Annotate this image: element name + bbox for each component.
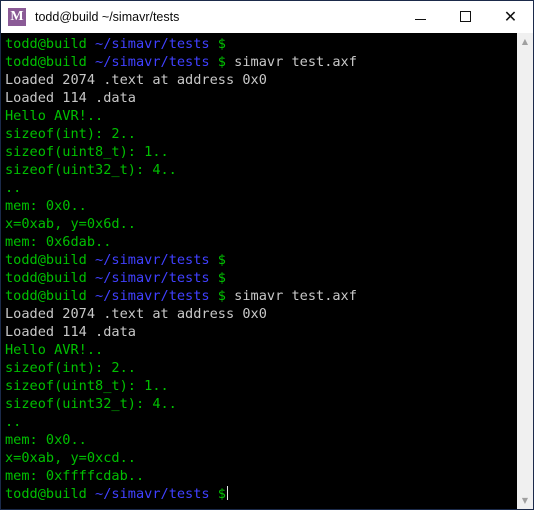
prompt-path: ~/simavr/tests (95, 54, 210, 70)
terminal-output-line: mem: 0xffffcdab.. (5, 467, 516, 485)
output-text: sizeof(uint32_t): 4.. (5, 396, 177, 412)
prompt-symbol: $ (209, 486, 226, 502)
terminal-output-line: sizeof(uint32_t): 4.. (5, 395, 516, 413)
terminal-prompt-line: todd@build ~/simavr/tests $ (5, 35, 516, 53)
terminal-output-line: sizeof(uint8_t): 1.. (5, 143, 516, 161)
scroll-down-arrow-icon[interactable]: ▼ (517, 492, 534, 509)
output-text: mem: 0xffffcdab.. (5, 468, 145, 484)
terminal-prompt-line: todd@build ~/simavr/tests $ (5, 269, 516, 287)
minimize-icon (415, 19, 426, 20)
output-text: Loaded 2074 .text at address 0x0 (5, 306, 267, 322)
prompt-symbol: $ (209, 252, 226, 268)
prompt-symbol: $ (209, 270, 226, 286)
maximize-icon (460, 11, 471, 22)
terminal-prompt-line: todd@build ~/simavr/tests $ simavr test.… (5, 53, 516, 71)
output-text: sizeof(uint32_t): 4.. (5, 162, 177, 178)
terminal-output-line: Loaded 2074 .text at address 0x0 (5, 71, 516, 89)
terminal-output-line: .. (5, 413, 516, 431)
title-bar[interactable]: M todd@build ~/simavr/tests ✕ (1, 1, 533, 33)
prompt-user-host: todd@build (5, 486, 96, 502)
output-text: Hello AVR!.. (5, 108, 104, 124)
terminal-output-line: x=0xab, y=0x6d.. (5, 215, 516, 233)
output-text: sizeof(uint8_t): 1.. (5, 144, 169, 160)
prompt-path: ~/simavr/tests (95, 36, 210, 52)
output-text: x=0xab, y=0x6d.. (5, 216, 136, 232)
output-text: mem: 0x0.. (5, 198, 87, 214)
prompt-user-host: todd@build (5, 36, 96, 52)
prompt-path: ~/simavr/tests (95, 486, 210, 502)
prompt-user-host: todd@build (5, 252, 96, 268)
prompt-path: ~/simavr/tests (95, 252, 210, 268)
terminal-output-line: sizeof(uint8_t): 1.. (5, 377, 516, 395)
prompt-command: simavr test.axf (225, 54, 357, 70)
output-text: mem: 0x6dab.. (5, 234, 112, 250)
output-text: Loaded 2074 .text at address 0x0 (5, 72, 267, 88)
terminal-output-line: mem: 0x0.. (5, 197, 516, 215)
maximize-button[interactable] (443, 1, 488, 32)
terminal-output-line: Loaded 2074 .text at address 0x0 (5, 305, 516, 323)
terminal-output-line: mem: 0x6dab.. (5, 233, 516, 251)
terminal-output-line: x=0xab, y=0xcd.. (5, 449, 516, 467)
output-text: .. (5, 180, 22, 196)
window-controls: ✕ (398, 1, 533, 32)
close-button[interactable]: ✕ (488, 1, 533, 32)
prompt-command: simavr test.axf (225, 288, 357, 304)
prompt-symbol: $ (209, 54, 226, 70)
prompt-path: ~/simavr/tests (95, 288, 210, 304)
text-cursor (226, 486, 229, 500)
terminal-output-line: sizeof(int): 2.. (5, 125, 516, 143)
prompt-symbol: $ (209, 288, 226, 304)
terminal-prompt-line: todd@build ~/simavr/tests $ simavr test.… (5, 287, 516, 305)
terminal-output-line: Loaded 114 .data (5, 323, 516, 341)
terminal-output-line: Hello AVR!.. (5, 107, 516, 125)
terminal-area: todd@build ~/simavr/tests $ todd@build ~/… (1, 33, 533, 509)
minimize-button[interactable] (398, 1, 443, 32)
prompt-path: ~/simavr/tests (95, 270, 210, 286)
terminal-output-line: sizeof(uint32_t): 4.. (5, 161, 516, 179)
prompt-user-host: todd@build (5, 270, 96, 286)
output-text: mem: 0x0.. (5, 432, 87, 448)
output-text: .. (5, 414, 22, 430)
output-text: Loaded 114 .data (5, 90, 136, 106)
terminal-output-line: mem: 0x0.. (5, 431, 516, 449)
output-text: Loaded 114 .data (5, 324, 136, 340)
terminal-output-line: Loaded 114 .data (5, 89, 516, 107)
output-text: sizeof(int): 2.. (5, 126, 136, 142)
output-text: x=0xab, y=0xcd.. (5, 450, 136, 466)
scrollbar-track[interactable] (516, 50, 533, 492)
prompt-user-host: todd@build (5, 288, 96, 304)
prompt-symbol: $ (209, 36, 226, 52)
close-icon: ✕ (503, 6, 518, 26)
output-text: sizeof(uint8_t): 1.. (5, 378, 169, 394)
terminal-output-line: .. (5, 179, 516, 197)
terminal-scrollbar[interactable]: ▲ ▼ (516, 33, 533, 509)
terminal-output-line: sizeof(int): 2.. (5, 359, 516, 377)
terminal-output-line: Hello AVR!.. (5, 341, 516, 359)
mintty-m-icon: M (8, 7, 26, 26)
output-text: Hello AVR!.. (5, 342, 104, 358)
prompt-user-host: todd@build (5, 54, 96, 70)
scroll-up-arrow-icon[interactable]: ▲ (517, 33, 534, 50)
window-title: todd@build ~/simavr/tests (35, 9, 180, 24)
terminal-window: M todd@build ~/simavr/tests ✕ todd@build… (0, 0, 534, 510)
terminal-screen[interactable]: todd@build ~/simavr/tests $ todd@build ~/… (1, 33, 516, 509)
terminal-prompt-line: todd@build ~/simavr/tests $ (5, 485, 516, 503)
output-text: sizeof(int): 2.. (5, 360, 136, 376)
terminal-prompt-line: todd@build ~/simavr/tests $ (5, 251, 516, 269)
